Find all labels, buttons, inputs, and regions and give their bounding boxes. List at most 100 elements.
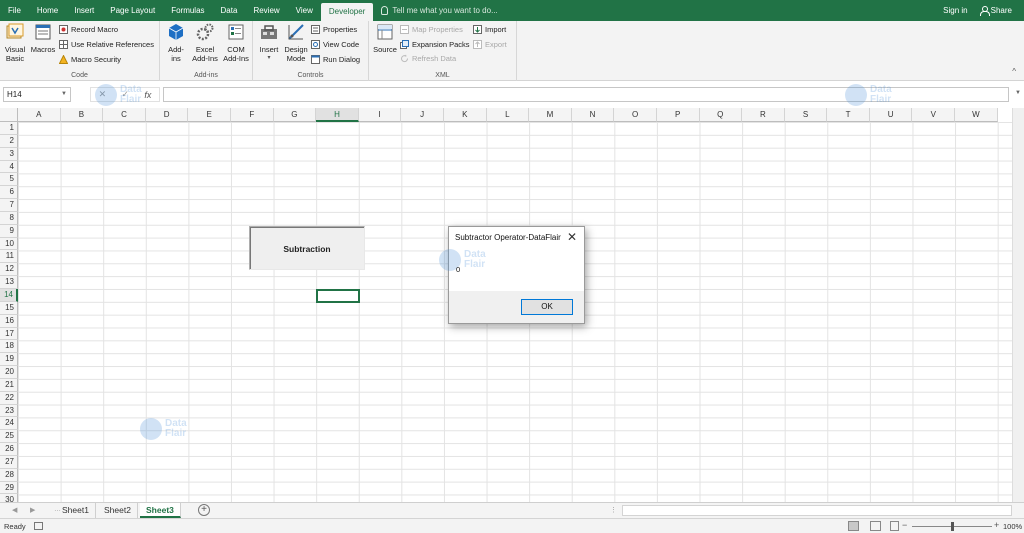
select-all-corner[interactable] [0, 108, 18, 122]
row-header[interactable]: 30 [0, 494, 18, 502]
row-header[interactable]: 9 [0, 224, 18, 238]
column-header[interactable]: G [273, 108, 317, 122]
zoom-in-icon[interactable]: + [994, 520, 999, 530]
macro-recording-icon[interactable] [34, 522, 43, 530]
row-header[interactable]: 16 [0, 314, 18, 328]
use-relative-references-button[interactable]: Use Relative References [59, 40, 154, 49]
column-header[interactable]: C [103, 108, 146, 122]
ok-button[interactable]: OK [521, 299, 573, 315]
row-header[interactable]: 13 [0, 276, 18, 289]
column-header[interactable]: O [614, 108, 657, 122]
row-header[interactable]: 27 [0, 455, 18, 469]
close-icon[interactable]: ✕ [567, 230, 577, 244]
view-code-button[interactable]: View Code [311, 40, 359, 49]
excel-add-ins-button[interactable]: Excel Add-Ins [190, 23, 220, 63]
column-header[interactable]: H [316, 108, 359, 122]
tab-data[interactable]: Data [213, 0, 246, 21]
column-header[interactable]: T [827, 108, 870, 122]
macros-button[interactable]: Macros [30, 23, 56, 54]
sheet-tab-sheet2[interactable]: Sheet2 [98, 503, 138, 518]
tab-home[interactable]: Home [29, 0, 66, 21]
map-properties-button[interactable]: Map Properties [400, 25, 463, 34]
row-header[interactable]: 10 [0, 237, 18, 251]
design-mode-button[interactable]: Design Mode [283, 23, 309, 63]
share-button[interactable]: Share [979, 6, 1012, 16]
row-header[interactable]: 17 [0, 327, 18, 341]
row-header[interactable]: 18 [0, 340, 18, 354]
add-sheet-icon[interactable]: + [198, 504, 210, 516]
zoom-level[interactable]: 100% [1003, 522, 1022, 531]
row-header[interactable]: 22 [0, 391, 18, 405]
expand-formula-bar-icon[interactable]: ▼ [1015, 90, 1021, 96]
row-header[interactable]: 21 [0, 378, 18, 392]
prev-sheet-icon[interactable]: ◀ [12, 506, 17, 514]
properties-button[interactable]: Properties [311, 25, 357, 34]
name-box[interactable]: H14 ▼ [3, 87, 71, 102]
column-header[interactable]: F [230, 108, 274, 122]
column-header[interactable]: B [60, 108, 104, 122]
tab-review[interactable]: Review [245, 0, 287, 21]
column-header[interactable]: V [912, 108, 956, 122]
tab-developer[interactable]: Developer [320, 3, 374, 21]
column-header[interactable]: L [486, 108, 530, 122]
export-button[interactable]: Export [473, 40, 507, 49]
import-button[interactable]: Import [473, 25, 506, 34]
row-header[interactable]: 20 [0, 366, 18, 379]
tab-insert[interactable]: Insert [66, 0, 102, 21]
next-sheet-icon[interactable]: ▶ [30, 506, 35, 514]
zoom-slider-thumb[interactable] [951, 522, 954, 531]
column-header[interactable]: S [784, 108, 828, 122]
collapse-ribbon-icon[interactable]: ^ [1012, 67, 1016, 76]
row-header[interactable]: 4 [0, 160, 18, 174]
row-header[interactable]: 19 [0, 353, 18, 367]
column-header[interactable]: W [955, 108, 998, 122]
selected-cell-h14[interactable] [316, 289, 360, 303]
insert-control-button[interactable]: Insert ▾ [256, 23, 282, 63]
row-header[interactable]: 3 [0, 147, 18, 161]
row-header[interactable]: 25 [0, 430, 18, 444]
record-macro-button[interactable]: Record Macro [59, 25, 118, 34]
row-header[interactable]: 12 [0, 263, 18, 277]
zoom-out-icon[interactable]: − [902, 520, 907, 530]
column-header[interactable]: R [742, 108, 785, 122]
subtraction-button[interactable]: Subtraction [249, 226, 365, 270]
row-header[interactable]: 24 [0, 417, 18, 431]
column-header[interactable]: P [656, 108, 700, 122]
row-header[interactable]: 5 [0, 173, 18, 187]
sheet-tab-sheet3[interactable]: Sheet3 [140, 503, 181, 518]
row-header[interactable]: 14 [0, 288, 18, 302]
column-header[interactable]: N [571, 108, 615, 122]
column-header[interactable]: I [358, 108, 402, 122]
row-header[interactable]: 15 [0, 301, 18, 315]
run-dialog-button[interactable]: Run Dialog [311, 55, 360, 64]
tab-formulas[interactable]: Formulas [163, 0, 212, 21]
visual-basic-button[interactable]: Visual Basic [3, 23, 27, 63]
row-header[interactable]: 26 [0, 443, 18, 456]
row-header[interactable]: 6 [0, 186, 18, 200]
macro-security-button[interactable]: Macro Security [59, 55, 121, 64]
column-header[interactable]: A [18, 108, 61, 122]
com-add-ins-button[interactable]: COM Add-Ins [221, 23, 251, 63]
tell-me-search[interactable]: Tell me what you want to do... [381, 6, 498, 15]
row-header[interactable]: 29 [0, 481, 18, 495]
chevron-down-icon[interactable]: ▼ [61, 91, 67, 97]
row-header[interactable]: 28 [0, 468, 18, 482]
row-header[interactable]: 2 [0, 134, 18, 148]
row-header[interactable]: 8 [0, 211, 18, 225]
tab-view[interactable]: View [288, 0, 321, 21]
column-header[interactable]: J [401, 108, 444, 122]
column-header[interactable]: D [145, 108, 189, 122]
row-header[interactable]: 11 [0, 250, 18, 264]
column-header[interactable]: Q [699, 108, 743, 122]
page-layout-view-icon[interactable] [870, 521, 881, 531]
vertical-scrollbar[interactable] [1012, 108, 1024, 502]
normal-view-icon[interactable] [848, 521, 859, 531]
sign-in-link[interactable]: Sign in [943, 6, 967, 15]
row-header[interactable]: 1 [0, 122, 18, 135]
source-button[interactable]: Source [371, 23, 399, 54]
row-header[interactable]: 7 [0, 199, 18, 212]
sheet-tab-sheet1[interactable]: Sheet1 [56, 503, 96, 518]
tab-file[interactable]: File [0, 0, 29, 21]
column-header[interactable]: K [443, 108, 487, 122]
page-break-view-icon[interactable] [890, 521, 899, 531]
